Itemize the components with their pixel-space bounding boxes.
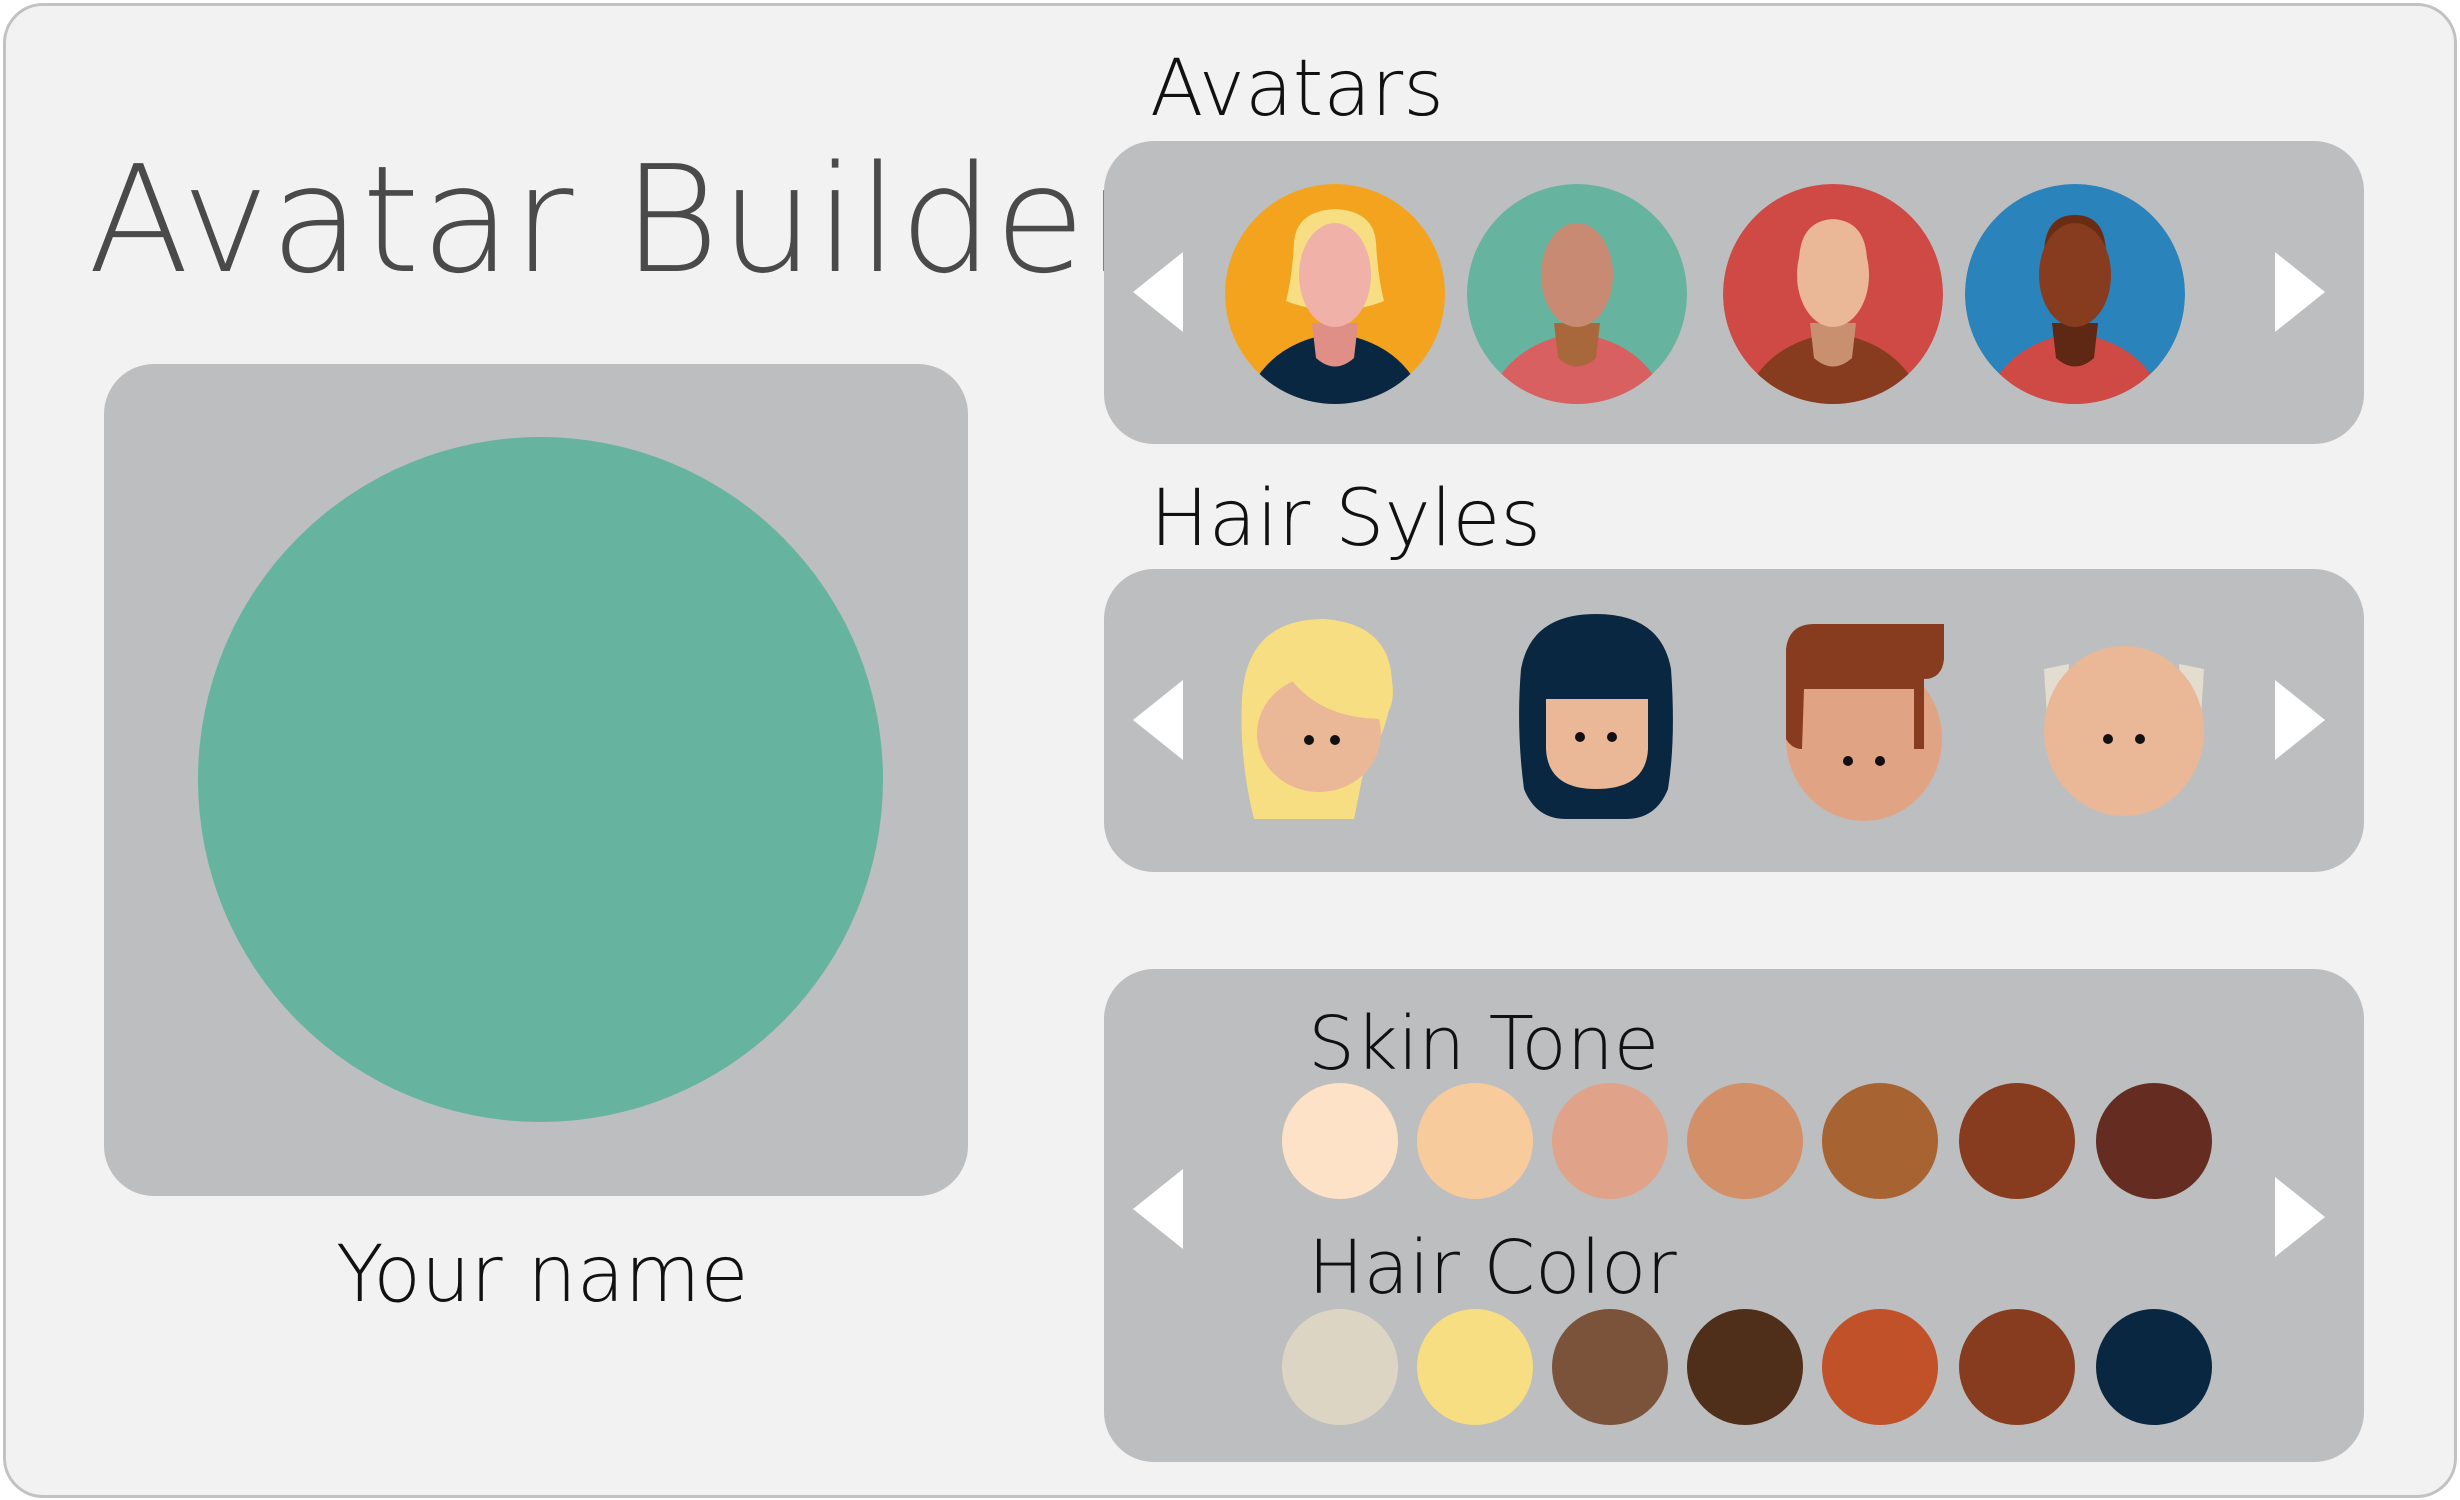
avatar-dark-man[interactable] [1964, 183, 2186, 405]
avatars-row [1104, 141, 2364, 444]
avatar-blonde-woman[interactable] [1224, 183, 1446, 405]
avatars-prev-arrow-icon[interactable] [1128, 247, 1188, 337]
hair-color-label: Hair Color [1308, 1225, 1677, 1311]
skin-tone-label: Skin Tone [1308, 1001, 1660, 1087]
avatar-builder-window: Avatar Builder Your name Avatars Hair Sy… [3, 3, 2457, 1498]
hair-color-swatch-3[interactable] [1552, 1309, 1668, 1425]
skin-tone-swatch-7[interactable] [2096, 1083, 2212, 1199]
skin-tone-swatch-5[interactable] [1822, 1083, 1938, 1199]
avatars-next-arrow-icon[interactable] [2270, 247, 2330, 337]
hair-color-swatch-1[interactable] [1282, 1309, 1398, 1425]
colors-next-arrow-icon[interactable] [2270, 1172, 2330, 1262]
name-label[interactable]: Your name [336, 1236, 749, 1314]
hair-styles-prev-arrow-icon[interactable] [1128, 675, 1188, 765]
skin-tone-swatch-2[interactable] [1417, 1083, 1533, 1199]
hair-styles-section-label: Hair Syles [1150, 474, 1541, 564]
hair-style-long-blonde[interactable] [1224, 609, 1424, 829]
skin-tone-swatch-3[interactable] [1552, 1083, 1668, 1199]
hair-color-swatch-2[interactable] [1417, 1309, 1533, 1425]
skin-tone-swatch-4[interactable] [1687, 1083, 1803, 1199]
skin-tone-swatch-1[interactable] [1282, 1083, 1398, 1199]
avatar-bald-man[interactable] [1466, 183, 1688, 405]
hair-style-brown-quiff[interactable] [1764, 609, 1964, 829]
colors-prev-arrow-icon[interactable] [1128, 1164, 1188, 1254]
colors-panel: Skin Tone Hair Color [1104, 969, 2364, 1462]
page-title: Avatar Builder [88, 134, 1149, 306]
hair-color-swatch-6[interactable] [1959, 1309, 2075, 1425]
hair-style-navy-bob[interactable] [1496, 609, 1696, 829]
hair-color-swatch-7[interactable] [2096, 1309, 2212, 1425]
hair-styles-row [1104, 569, 2364, 872]
skin-tone-swatch-6[interactable] [1959, 1083, 2075, 1199]
avatar-preview-panel [104, 364, 968, 1196]
hair-style-bald-grey[interactable] [2024, 609, 2224, 829]
hair-color-swatch-4[interactable] [1687, 1309, 1803, 1425]
avatar-light-man[interactable] [1722, 183, 1944, 405]
hair-styles-next-arrow-icon[interactable] [2270, 675, 2330, 765]
avatars-section-label: Avatars [1150, 44, 1444, 134]
avatar-preview-circle [198, 437, 883, 1122]
hair-color-swatch-5[interactable] [1822, 1309, 1938, 1425]
